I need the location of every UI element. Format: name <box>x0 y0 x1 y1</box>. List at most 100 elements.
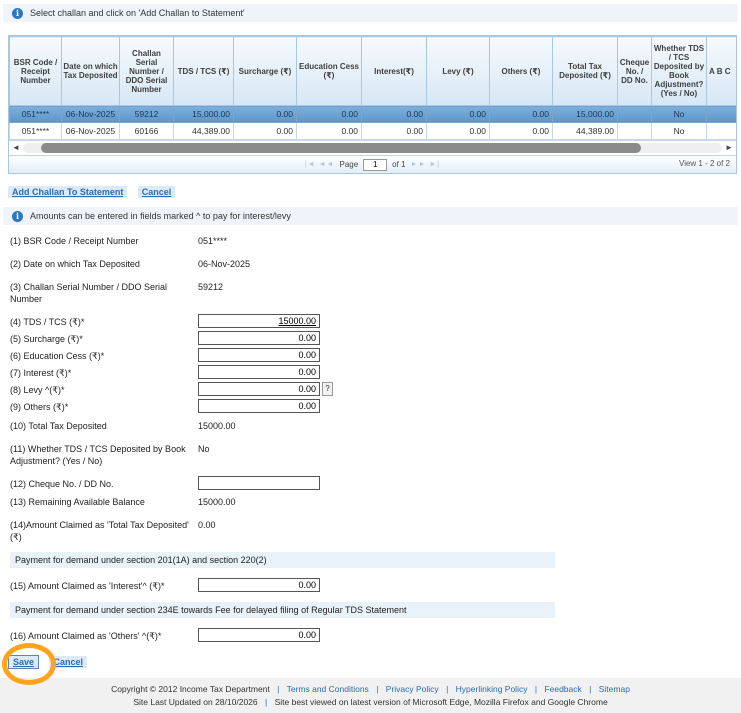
pager-first-prev-icon[interactable]: |◄ ◄◄ <box>305 161 335 168</box>
footer-separator: | <box>265 697 267 707</box>
add-challan-to-statement-button[interactable]: Add Challan To Statement <box>8 186 127 198</box>
field-label: (1) BSR Code / Receipt Number <box>10 233 198 247</box>
terms-link[interactable]: Terms and Conditions <box>287 684 369 694</box>
field-value: No <box>198 441 210 455</box>
others-input[interactable] <box>198 399 320 413</box>
cell-bsr: 051**** <box>10 106 62 123</box>
scroll-right-icon[interactable]: ► <box>724 141 734 155</box>
col-challan-serial[interactable]: Challan Serial Number / DDO Serial Numbe… <box>120 37 174 106</box>
cell-clipped <box>707 123 737 140</box>
horizontal-scrollbar[interactable]: ◄ ► <box>9 140 736 155</box>
col-cheque-no[interactable]: Cheque No. / DD No. <box>618 37 652 106</box>
save-button[interactable]: Save <box>8 655 39 669</box>
col-levy[interactable]: Levy (₹) <box>427 37 490 106</box>
cell-tds: 15,000.00 <box>174 106 234 123</box>
grid-cancel-button[interactable]: Cancel <box>138 186 176 198</box>
best-viewed-text: Site best viewed on latest version of Mi… <box>275 697 608 707</box>
footer-separator: | <box>446 684 448 694</box>
feedback-link[interactable]: Feedback <box>544 684 581 694</box>
cell-cheque <box>618 123 652 140</box>
challan-grid: BSR Code / Receipt Number Date on which … <box>8 35 737 174</box>
cell-total: 15,000.00 <box>553 106 618 123</box>
scrollbar-track[interactable] <box>23 143 722 153</box>
col-total-tax[interactable]: Total Tax Deposited (₹) <box>553 37 618 106</box>
col-interest[interactable]: Interest(₹) <box>362 37 427 106</box>
field-interest: (7) Interest (₹)* <box>10 365 741 379</box>
field-label: (4) TDS / TCS (₹)* <box>10 314 198 328</box>
field-education-cess: (6) Education Cess (₹)* <box>10 348 741 362</box>
privacy-policy-link[interactable]: Privacy Policy <box>386 684 439 694</box>
page-footer: Copyright © 2012 Income Tax Department |… <box>0 678 741 713</box>
amount-claimed-interest-input[interactable] <box>198 578 320 592</box>
interest-input[interactable] <box>198 365 320 379</box>
grid-actions: Add Challan To Statement Cancel <box>8 182 741 200</box>
select-challan-notice: i Select challan and click on 'Add Chall… <box>3 4 738 22</box>
field-date-deposited: (2) Date on which Tax Deposited 06-Nov-2… <box>10 256 741 270</box>
cell-cess: 0.00 <box>297 106 362 123</box>
cell-date: 06-Nov-2025 <box>62 123 120 140</box>
col-book-adjustment[interactable]: Whether TDS / TCS Deposited by Book Adju… <box>652 37 707 106</box>
cell-surcharge: 0.00 <box>234 106 297 123</box>
field-label: (7) Interest (₹)* <box>10 365 198 379</box>
cell-tds: 44,389.00 <box>174 123 234 140</box>
scrollbar-thumb[interactable] <box>41 143 641 153</box>
field-value: 06-Nov-2025 <box>198 256 250 270</box>
cell-total: 44,389.00 <box>553 123 618 140</box>
challan-row[interactable]: 051**** 06-Nov-2025 60166 44,389.00 0.00… <box>10 123 737 140</box>
form-cancel-button[interactable]: Cancel <box>49 656 87 668</box>
cell-book-adjustment: No <box>652 106 707 123</box>
field-amount-claimed-total: (14)Amount Claimed as 'Total Tax Deposit… <box>10 517 741 543</box>
cell-surcharge: 0.00 <box>234 123 297 140</box>
levy-input[interactable] <box>198 382 320 396</box>
pager-page-input[interactable] <box>363 159 387 171</box>
select-challan-notice-text: Select challan and click on 'Add Challan… <box>30 8 245 18</box>
education-cess-input[interactable] <box>198 348 320 362</box>
form-actions: Save Cancel <box>8 652 741 670</box>
challan-row-selected[interactable]: 051**** 06-Nov-2025 59212 15,000.00 0.00… <box>10 106 737 123</box>
col-clipped[interactable]: A B C <box>707 37 737 106</box>
scroll-left-icon[interactable]: ◄ <box>11 141 21 155</box>
cheque-no-input[interactable] <box>198 476 320 490</box>
field-label: (5) Surcharge (₹)* <box>10 331 198 345</box>
cell-date: 06-Nov-2025 <box>62 106 120 123</box>
field-levy: (8) Levy ^(₹)* ? <box>10 382 741 396</box>
cell-cess: 0.00 <box>297 123 362 140</box>
cell-cheque <box>618 106 652 123</box>
info-icon: i <box>12 211 23 222</box>
cell-levy: 0.00 <box>427 123 490 140</box>
cell-book-adjustment: No <box>652 123 707 140</box>
col-others[interactable]: Others (₹) <box>490 37 553 106</box>
field-cheque-no: (12) Cheque No. / DD No. <box>10 476 741 490</box>
levy-help-icon[interactable]: ? <box>322 382 333 396</box>
hyperlinking-policy-link[interactable]: Hyperlinking Policy <box>456 684 528 694</box>
field-amount-claimed-others: (16) Amount Claimed as 'Others' ^(₹)* <box>10 628 741 642</box>
field-label: (12) Cheque No. / DD No. <box>10 476 198 490</box>
field-value: 15000.00 <box>198 418 236 432</box>
section-interest-demand: Payment for demand under section 201(1A)… <box>10 552 555 568</box>
field-amount-claimed-interest: (15) Amount Claimed as 'Interest'^ (₹)* <box>10 578 741 592</box>
field-label: (14)Amount Claimed as 'Total Tax Deposit… <box>10 517 198 543</box>
cell-interest: 0.00 <box>362 106 427 123</box>
amount-claimed-others-input[interactable] <box>198 628 320 642</box>
field-label: (13) Remaining Available Balance <box>10 494 198 508</box>
col-education-cess[interactable]: Education Cess (₹) <box>297 37 362 106</box>
pager-next-last-icon[interactable]: ►► ►| <box>411 161 441 168</box>
amounts-hint-text: Amounts can be entered in fields marked … <box>30 211 291 221</box>
surcharge-input[interactable] <box>198 331 320 345</box>
sitemap-link[interactable]: Sitemap <box>599 684 630 694</box>
col-tds-tcs[interactable]: TDS / TCS (₹) <box>174 37 234 106</box>
cell-bsr: 051**** <box>10 123 62 140</box>
field-total-tax: (10) Total Tax Deposited 15000.00 <box>10 418 741 432</box>
footer-separator: | <box>535 684 537 694</box>
field-tds-tcs: (4) TDS / TCS (₹)* <box>10 314 741 328</box>
col-date-deposited[interactable]: Date on which Tax Deposited <box>62 37 120 106</box>
tds-tcs-input[interactable] <box>198 314 320 328</box>
field-challan-serial: (3) Challan Serial Number / DDO Serial N… <box>10 279 741 305</box>
cell-challan-serial: 59212 <box>120 106 174 123</box>
field-value: 0.00 <box>198 517 216 531</box>
col-bsr-code[interactable]: BSR Code / Receipt Number <box>10 37 62 106</box>
col-surcharge[interactable]: Surcharge (₹) <box>234 37 297 106</box>
cell-interest: 0.00 <box>362 123 427 140</box>
footer-line-1: Copyright © 2012 Income Tax Department |… <box>0 683 741 696</box>
footer-separator: | <box>277 684 279 694</box>
